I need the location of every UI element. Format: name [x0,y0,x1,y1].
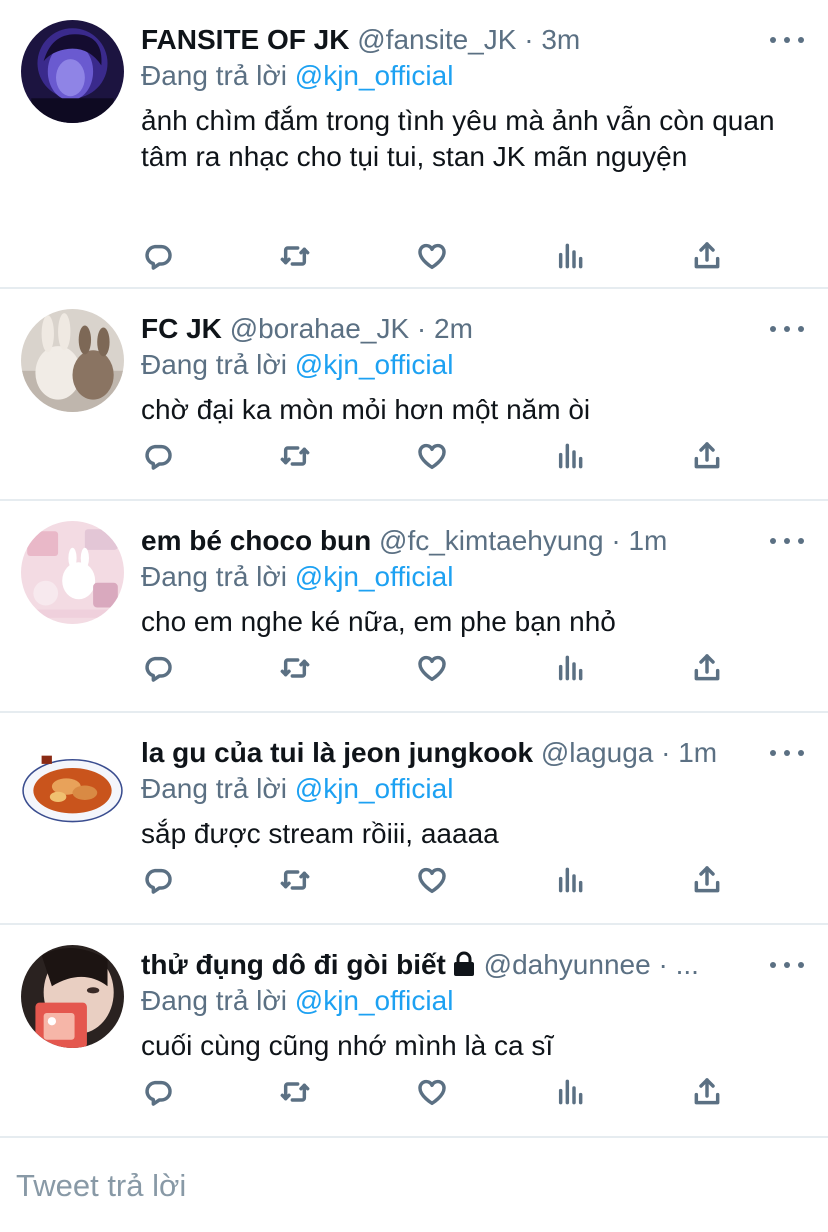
separator: · [611,525,621,556]
like-icon[interactable] [412,648,452,688]
tweet[interactable]: la gu của tui là jeon jungkook @laguga ·… [0,713,828,925]
avatar[interactable] [21,20,124,123]
handle[interactable]: @borahae_JK [230,313,409,344]
replying-to: Đang trả lời @kjn_official [141,771,453,807]
share-icon[interactable] [687,648,727,688]
display-name[interactable]: thử đụng dô đi gòi biết [141,949,446,980]
reply-feed: FANSITE OF JK @fansite_JK · 3m Đang trả … [0,0,828,1138]
more-icon[interactable] [770,531,804,551]
tweet-header: FC JK @borahae_JK · 2m [141,311,761,347]
replying-to: Đang trả lời @kjn_official [141,58,453,94]
tweet-text: chờ đại ka mòn mỏi hơn một năm òi [141,394,591,425]
tweet-actions [0,236,828,276]
mention-link[interactable]: @kjn_official [295,773,454,804]
tweet-header: thử đụng dô đi gòi biết @dahyunnee · ... [141,947,761,983]
display-name[interactable]: FC JK [141,313,222,344]
tweet[interactable]: em bé choco bun @fc_kimtaehyung · 1m Đan… [0,501,828,713]
lock-icon [452,950,476,983]
tweet-header: FANSITE OF JK @fansite_JK · 3m [141,22,761,58]
tweet-actions [0,436,828,476]
avatar[interactable] [21,309,124,412]
timestamp[interactable]: ... [676,949,699,980]
tweet[interactable]: FANSITE OF JK @fansite_JK · 3m Đang trả … [0,0,828,289]
reply-icon[interactable] [138,648,178,688]
replying-to-label: Đang trả lời [141,773,287,804]
replying-to-label: Đang trả lời [141,60,287,91]
analytics-icon[interactable] [550,1072,590,1112]
retweet-icon[interactable] [275,860,315,900]
mention-link[interactable]: @kjn_official [295,60,454,91]
tweet-header: la gu của tui là jeon jungkook @laguga ·… [141,735,761,771]
tweet-actions [0,860,828,900]
analytics-icon[interactable] [550,436,590,476]
tweet[interactable]: FC JK @borahae_JK · 2m Đang trả lời @kjn… [0,289,828,501]
mention-link[interactable]: @kjn_official [295,985,454,1016]
display-name[interactable]: em bé choco bun [141,525,371,556]
retweet-icon[interactable] [275,1072,315,1112]
tweet-actions [0,648,828,688]
analytics-icon[interactable] [550,236,590,276]
replying-to-label: Đang trả lời [141,985,287,1016]
share-icon[interactable] [687,1072,727,1112]
retweet-icon[interactable] [275,236,315,276]
avatar[interactable] [21,733,124,836]
analytics-icon[interactable] [550,648,590,688]
more-icon[interactable] [770,319,804,339]
reply-input[interactable] [16,1164,796,1208]
handle[interactable]: @laguga [541,737,654,768]
timestamp[interactable]: 1m [678,737,717,768]
tweet-actions [0,1072,828,1112]
like-icon[interactable] [412,860,452,900]
more-icon[interactable] [770,30,804,50]
avatar[interactable] [21,945,124,1048]
more-icon[interactable] [770,743,804,763]
mention-link[interactable]: @kjn_official [295,349,454,380]
handle[interactable]: @fansite_JK [357,24,516,55]
more-icon[interactable] [770,955,804,975]
handle[interactable]: @fc_kimtaehyung [379,525,604,556]
replying-to-label: Đang trả lời [141,349,287,380]
display-name[interactable]: la gu của tui là jeon jungkook [141,737,533,768]
retweet-icon[interactable] [275,648,315,688]
separator: · [524,24,534,55]
reply-icon[interactable] [138,436,178,476]
handle[interactable]: @dahyunnee [484,949,651,980]
tweet-text: cho em nghe ké nữa, em phe bạn nhỏ [141,606,616,637]
reply-icon[interactable] [138,860,178,900]
display-name[interactable]: FANSITE OF JK [141,24,349,55]
replying-to-label: Đang trả lời [141,561,287,592]
timestamp[interactable]: 2m [434,313,473,344]
like-icon[interactable] [412,1072,452,1112]
timestamp[interactable]: 1m [628,525,667,556]
timestamp[interactable]: 3m [541,24,580,55]
replying-to: Đang trả lời @kjn_official [141,559,453,595]
tweet-text: sắp được stream rồiii, aaaaa [141,818,499,849]
replying-to: Đang trả lời @kjn_official [141,983,453,1019]
reply-composer [0,1138,828,1232]
separator: · [661,737,671,768]
mention-link[interactable]: @kjn_official [295,561,454,592]
tweet-header: em bé choco bun @fc_kimtaehyung · 1m [141,523,761,559]
separator: · [416,313,427,344]
like-icon[interactable] [412,236,452,276]
reply-icon[interactable] [138,1072,178,1112]
share-icon[interactable] [687,236,727,276]
analytics-icon[interactable] [550,860,590,900]
tweet-text: ảnh chìm đắm trong tình yêu mà ảnh vẫn c… [141,105,775,172]
tweet-text: cuối cùng cũng nhớ mình là ca sĩ [141,1030,554,1061]
share-icon[interactable] [687,436,727,476]
tweet[interactable]: thử đụng dô đi gòi biết @dahyunnee · ...… [0,925,828,1138]
share-icon[interactable] [687,860,727,900]
like-icon[interactable] [412,436,452,476]
retweet-icon[interactable] [275,436,315,476]
avatar[interactable] [21,521,124,624]
separator: · [658,949,668,980]
replying-to: Đang trả lời @kjn_official [141,347,453,383]
reply-icon[interactable] [138,236,178,276]
